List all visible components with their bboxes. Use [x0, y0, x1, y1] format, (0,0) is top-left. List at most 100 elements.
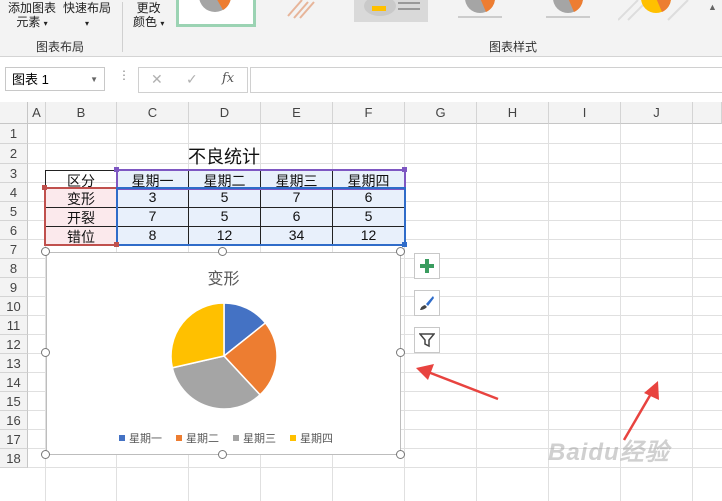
- col-header-K[interactable]: [693, 102, 722, 124]
- legend-swatch: [233, 435, 239, 441]
- chart-elements-button[interactable]: [414, 253, 440, 279]
- pie-chart[interactable]: 变形 星期一 星期二 星期三 星期四: [46, 252, 401, 455]
- row-label[interactable]: 错位: [45, 226, 117, 246]
- range-resize-handle[interactable]: [114, 242, 119, 247]
- range-resize-handle[interactable]: [402, 242, 407, 247]
- range-resize-handle[interactable]: [42, 185, 47, 190]
- name-box-dropdown-icon[interactable]: ▼: [90, 68, 98, 92]
- row-header-10[interactable]: 10: [0, 297, 28, 316]
- weekday-header[interactable]: 星期二: [188, 170, 261, 189]
- weekday-header[interactable]: 星期四: [332, 170, 405, 189]
- legend-item[interactable]: 星期四: [290, 430, 333, 446]
- col-header-F[interactable]: F: [333, 102, 405, 124]
- data-cell[interactable]: 12: [188, 226, 261, 246]
- col-header-B[interactable]: B: [46, 102, 117, 124]
- col-gridline: [692, 124, 693, 501]
- name-box[interactable]: 图表 1 ▼: [5, 67, 105, 91]
- row-header-1[interactable]: 1: [0, 124, 28, 144]
- baidu-watermark: Baidu经验: [548, 439, 670, 466]
- col-header-E[interactable]: E: [261, 102, 333, 124]
- chart-resize-handle[interactable]: [396, 247, 405, 256]
- data-cell[interactable]: 8: [116, 226, 189, 246]
- data-cell[interactable]: 5: [188, 207, 261, 227]
- row-label[interactable]: 开裂: [45, 207, 117, 227]
- gallery-scroll-arrow[interactable]: ▲: [708, 2, 717, 12]
- chart-resize-handle[interactable]: [218, 450, 227, 459]
- group-label-chart-styles: 图表样式: [489, 40, 538, 54]
- insert-function-icon[interactable]: fx: [222, 71, 234, 86]
- chart-resize-handle[interactable]: [218, 247, 227, 256]
- col-header-J[interactable]: J: [621, 102, 693, 124]
- enter-icon[interactable]: ✓: [186, 71, 198, 88]
- chart-styles-button[interactable]: [414, 290, 440, 316]
- row-label[interactable]: 变形: [45, 188, 117, 208]
- chart-resize-handle[interactable]: [41, 450, 50, 459]
- filter-icon: [419, 333, 435, 348]
- col-header-D[interactable]: D: [189, 102, 261, 124]
- data-cell[interactable]: 5: [188, 188, 261, 208]
- data-cell[interactable]: 12: [332, 226, 405, 246]
- col-header-H[interactable]: H: [477, 102, 549, 124]
- data-cell[interactable]: 7: [260, 188, 333, 208]
- chart-style-thumb-5[interactable]: [530, 0, 604, 22]
- add-chart-element-button[interactable]: 添加图表 元素 ▾: [8, 1, 56, 31]
- row-header-9[interactable]: 9: [0, 278, 28, 297]
- legend-item[interactable]: 星期一: [119, 430, 162, 446]
- range-resize-handle[interactable]: [402, 167, 407, 172]
- group-label-chart-layout: 图表布局: [36, 40, 85, 54]
- row-header-15[interactable]: 15: [0, 392, 28, 411]
- legend-item[interactable]: 星期二: [176, 430, 219, 446]
- row-header-4[interactable]: 4: [0, 183, 28, 202]
- data-cell[interactable]: 34: [260, 226, 333, 246]
- row-header-16[interactable]: 16: [0, 411, 28, 430]
- chart-resize-handle[interactable]: [396, 348, 405, 357]
- change-colors-button[interactable]: 更改 颜色 ▾: [133, 1, 164, 31]
- pie-plot-area[interactable]: [47, 253, 402, 456]
- chart-style-thumb-4[interactable]: [442, 0, 516, 22]
- weekday-header[interactable]: 星期三: [260, 170, 333, 189]
- data-cell[interactable]: 6: [260, 207, 333, 227]
- col-header-I[interactable]: I: [549, 102, 621, 124]
- formula-input[interactable]: [250, 67, 722, 93]
- data-cell[interactable]: 3: [116, 188, 189, 208]
- col-header-C[interactable]: C: [117, 102, 189, 124]
- col-header-A[interactable]: A: [28, 102, 46, 124]
- chart-style-thumb-1[interactable]: [176, 0, 256, 27]
- row-header-7[interactable]: 7: [0, 240, 28, 259]
- row-header-12[interactable]: 12: [0, 335, 28, 354]
- legend-swatch: [119, 435, 125, 441]
- row-header-18[interactable]: 18: [0, 449, 28, 468]
- pie-slice-星期四[interactable]: [170, 302, 225, 369]
- ribbon: 添加图表 元素 ▾ 快速布局 ▾ 更改 颜色 ▾ ▲ 图表布局 图表样式: [0, 0, 722, 57]
- row-header-13[interactable]: 13: [0, 354, 28, 373]
- row-header-5[interactable]: 5: [0, 202, 28, 221]
- range-resize-handle[interactable]: [114, 167, 119, 172]
- chart-resize-handle[interactable]: [396, 450, 405, 459]
- chart-style-thumb-3[interactable]: [354, 0, 428, 22]
- data-cell[interactable]: 5: [332, 207, 405, 227]
- col-header-G[interactable]: G: [405, 102, 477, 124]
- weekday-header[interactable]: 星期一: [116, 170, 189, 189]
- data-cell[interactable]: 6: [332, 188, 405, 208]
- chart-style-thumb-6[interactable]: [618, 0, 692, 22]
- chart-resize-handle[interactable]: [41, 348, 50, 357]
- row-header-8[interactable]: 8: [0, 259, 28, 278]
- table-title[interactable]: 不良统计: [116, 143, 332, 169]
- row-header-14[interactable]: 14: [0, 373, 28, 392]
- chart-filters-button[interactable]: [414, 327, 440, 353]
- formula-bar-grip-icon: ⋮: [118, 68, 130, 82]
- paintbrush-icon: [420, 296, 434, 310]
- chart-resize-handle[interactable]: [41, 247, 50, 256]
- row-header-17[interactable]: 17: [0, 430, 28, 449]
- data-cell[interactable]: 7: [116, 207, 189, 227]
- cancel-icon[interactable]: ✕: [151, 71, 163, 88]
- chart-style-thumb-2[interactable]: [266, 0, 340, 22]
- row-header-6[interactable]: 6: [0, 221, 28, 240]
- legend-item[interactable]: 星期三: [233, 430, 276, 446]
- table-header-label[interactable]: 区分: [45, 170, 117, 189]
- select-all-corner[interactable]: [0, 102, 28, 124]
- quick-layout-button[interactable]: 快速布局 ▾: [63, 1, 111, 31]
- row-header-3[interactable]: 3: [0, 164, 28, 183]
- row-header-2[interactable]: 2: [0, 144, 28, 164]
- row-header-11[interactable]: 11: [0, 316, 28, 335]
